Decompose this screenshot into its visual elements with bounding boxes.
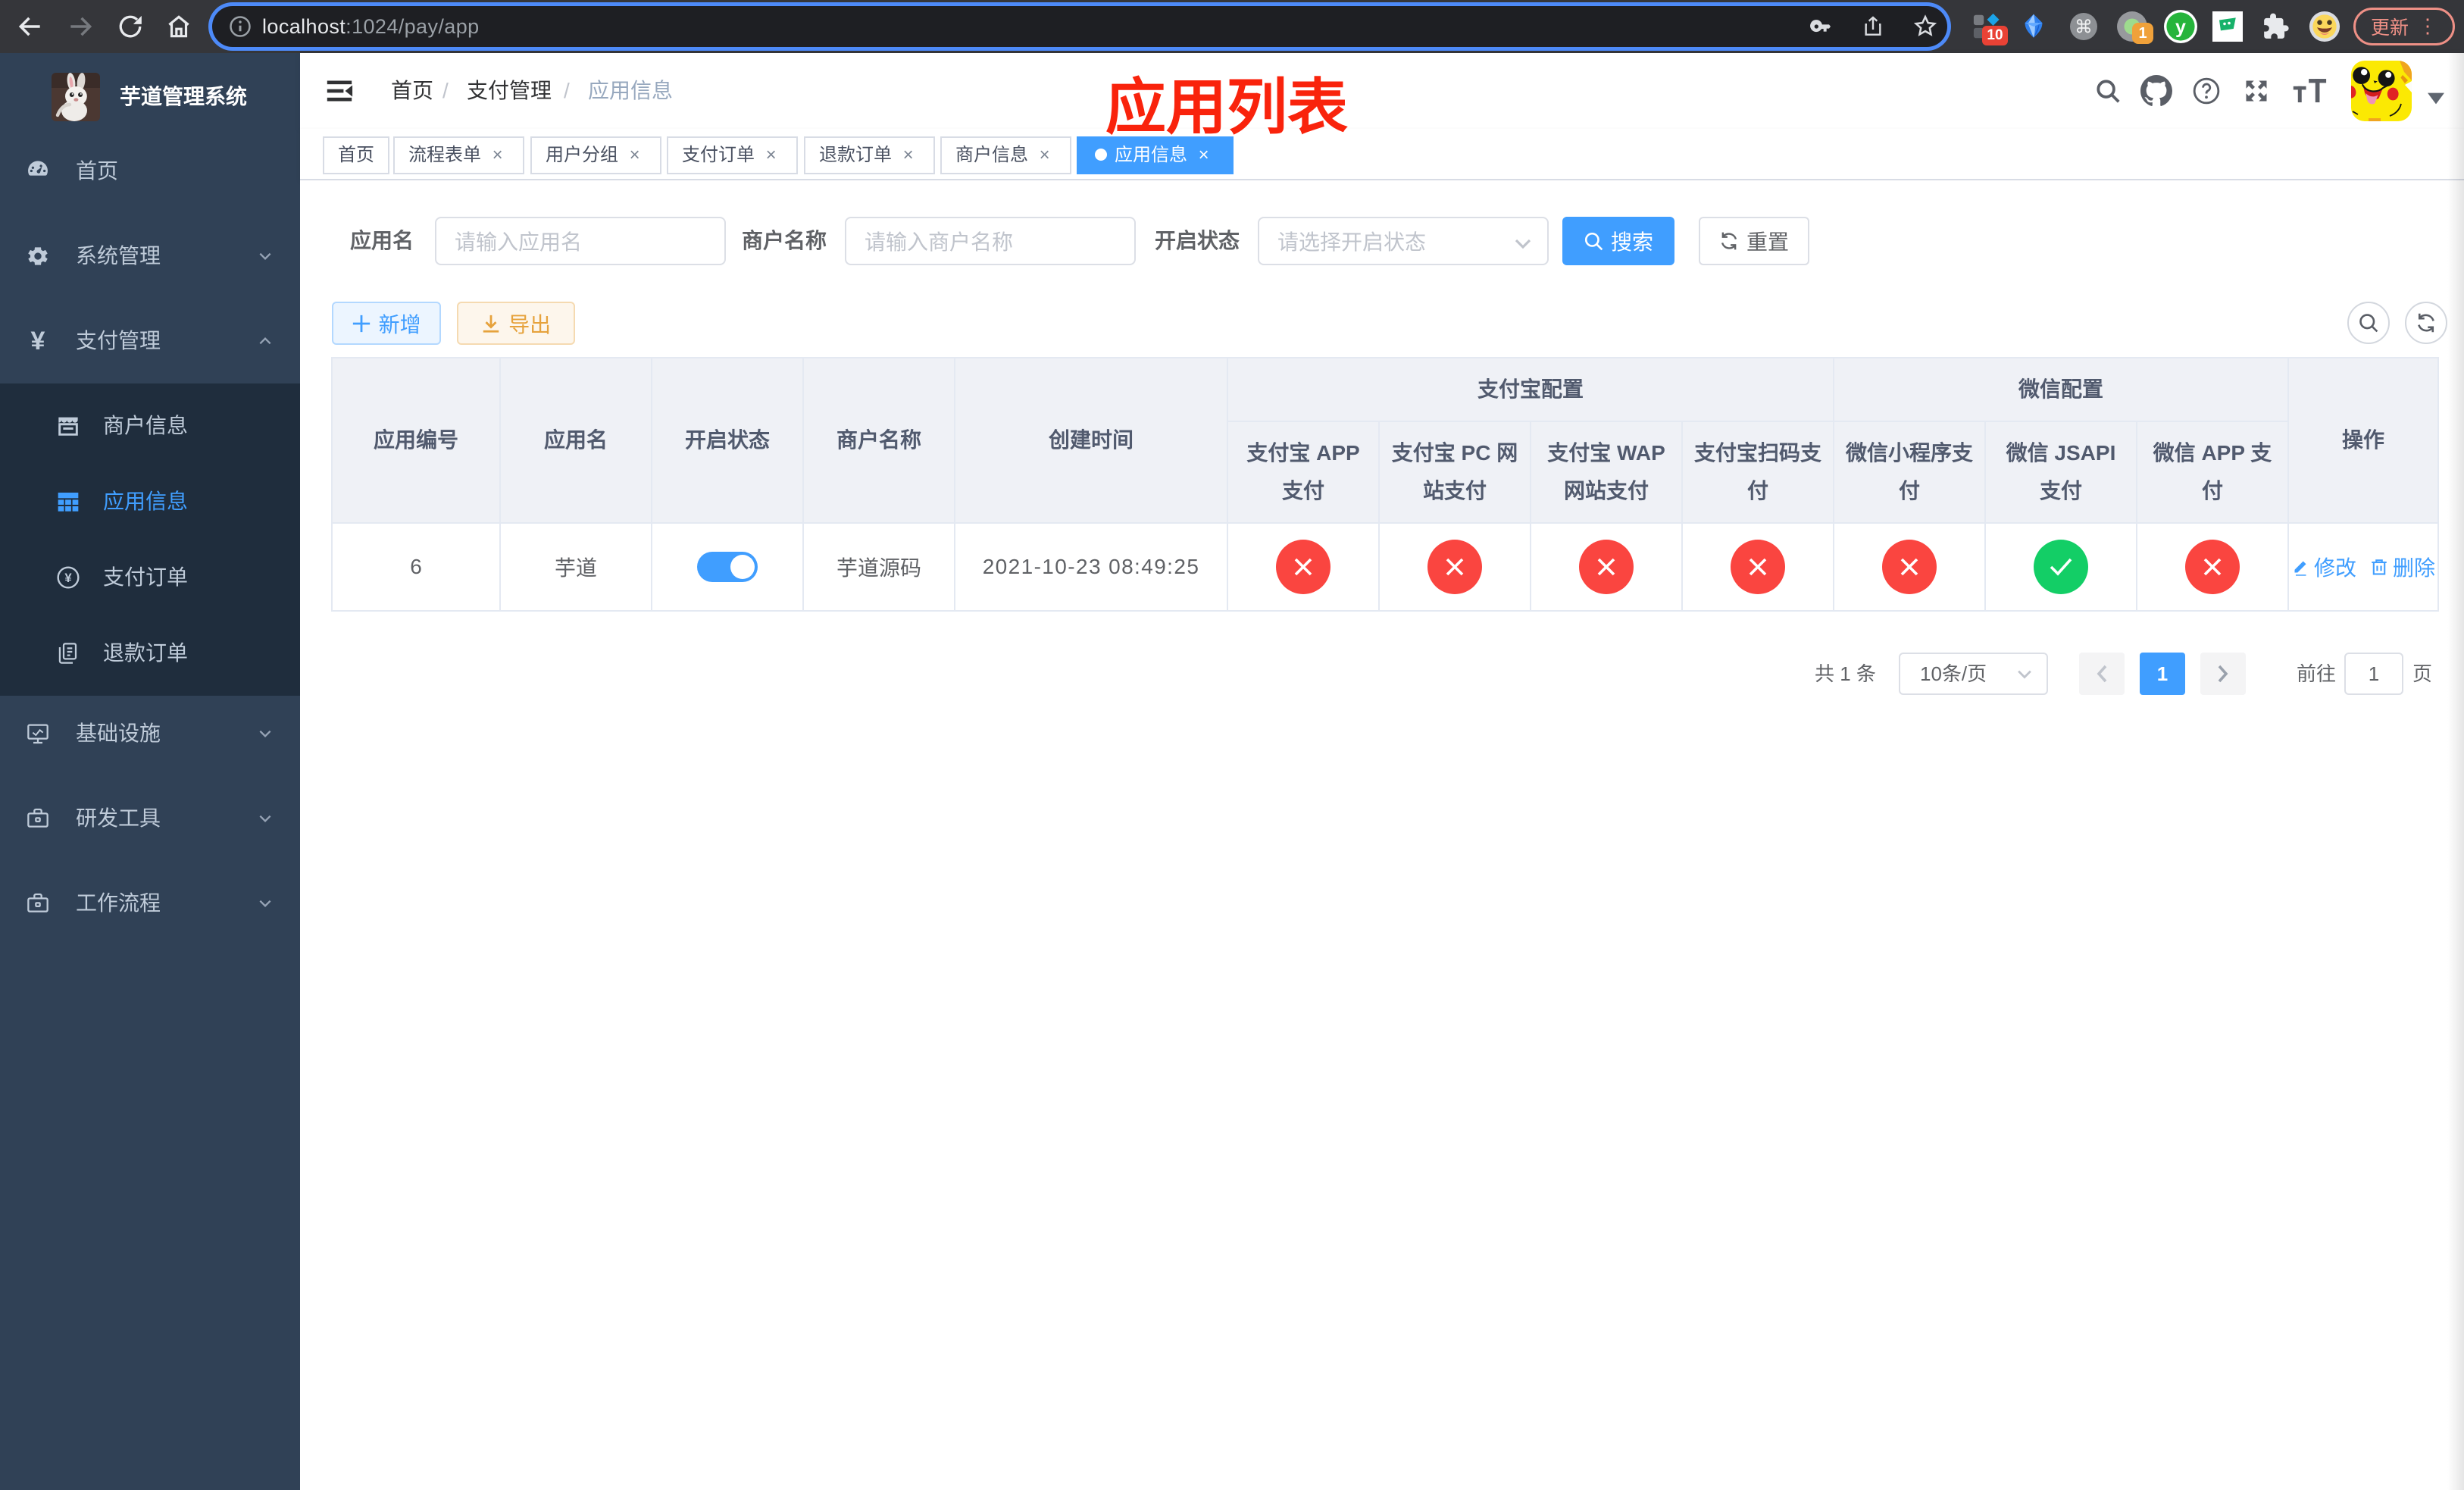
svg-text:y: y <box>2175 17 2186 38</box>
svg-text:¥: ¥ <box>64 571 72 585</box>
svg-text:⌘: ⌘ <box>2075 17 2093 37</box>
